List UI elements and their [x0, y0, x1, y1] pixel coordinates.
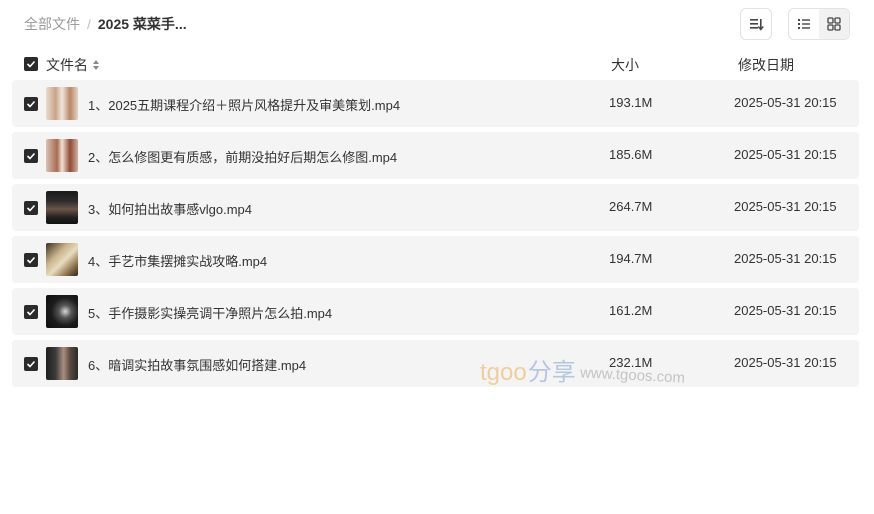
file-row[interactable]: 3、如何拍出故事感vlgo.mp4 264.7M 2025-05-31 20:1…: [12, 184, 859, 231]
video-thumbnail: [46, 87, 78, 120]
file-name[interactable]: 2、怎么修图更有质感，前期没拍好后期怎么修图.mp4: [88, 147, 397, 166]
sort-arrows-icon[interactable]: [92, 59, 100, 71]
file-name[interactable]: 4、手艺市集摆摊实战攻略.mp4: [88, 251, 267, 270]
row-checkbox[interactable]: [24, 97, 38, 111]
select-all-checkbox[interactable]: [24, 57, 38, 71]
check-icon: [26, 152, 36, 160]
name-header-label: 文件名: [46, 57, 88, 73]
file-name[interactable]: 3、如何拍出故事感vlgo.mp4: [88, 199, 252, 218]
row-checkbox[interactable]: [24, 357, 38, 371]
row-checkbox[interactable]: [24, 305, 38, 319]
file-row[interactable]: 5、手作摄影实操亮调干净照片怎么拍.mp4 161.2M 2025-05-31 …: [12, 288, 859, 335]
file-date: 2025-05-31 20:15: [734, 95, 837, 110]
grid-view-icon: [827, 17, 841, 31]
file-size: 232.1M: [609, 355, 653, 370]
video-thumbnail: [46, 243, 78, 276]
breadcrumb-separator: /: [87, 16, 91, 32]
table-header: 文件名 大小 修改日期: [0, 52, 874, 76]
breadcrumb-root-link[interactable]: 全部文件: [24, 14, 80, 34]
file-size: 193.1M: [609, 95, 653, 110]
file-date: 2025-05-31 20:15: [734, 303, 837, 318]
breadcrumb: 全部文件 / 2025 菜菜手...: [24, 14, 187, 34]
file-name[interactable]: 5、手作摄影实操亮调干净照片怎么拍.mp4: [88, 303, 332, 322]
file-size: 185.6M: [609, 147, 653, 162]
video-thumbnail: [46, 347, 78, 380]
grid-view-button[interactable]: [819, 9, 849, 39]
file-row[interactable]: 2、怎么修图更有质感，前期没拍好后期怎么修图.mp4 185.6M 2025-0…: [12, 132, 859, 179]
file-size: 194.7M: [609, 251, 653, 266]
video-thumbnail: [46, 295, 78, 328]
file-date: 2025-05-31 20:15: [734, 355, 837, 370]
view-toggle: [788, 8, 850, 40]
check-icon: [26, 60, 36, 68]
file-row[interactable]: 4、手艺市集摆摊实战攻略.mp4 194.7M 2025-05-31 20:15: [12, 236, 859, 283]
list-view-icon: [798, 19, 810, 29]
row-checkbox[interactable]: [24, 253, 38, 267]
size-column-header: 大小: [611, 57, 639, 73]
sort-button[interactable]: [740, 8, 772, 40]
check-icon: [26, 308, 36, 316]
file-size: 264.7M: [609, 199, 653, 214]
file-size: 161.2M: [609, 303, 653, 318]
check-icon: [26, 204, 36, 212]
video-thumbnail: [46, 191, 78, 224]
check-icon: [26, 100, 36, 108]
video-thumbnail: [46, 139, 78, 172]
sort-lines-icon: [750, 19, 764, 31]
breadcrumb-current: 2025 菜菜手...: [97, 16, 187, 32]
check-icon: [26, 360, 36, 368]
name-column-header[interactable]: 文件名: [46, 55, 100, 75]
row-checkbox[interactable]: [24, 201, 38, 215]
file-row[interactable]: 1、2025五期课程介绍＋照片风格提升及审美策划.mp4 193.1M 2025…: [12, 80, 859, 127]
date-column-header: 修改日期: [738, 57, 794, 73]
list-view-button[interactable]: [789, 9, 819, 39]
row-checkbox[interactable]: [24, 149, 38, 163]
file-date: 2025-05-31 20:15: [734, 251, 837, 266]
check-icon: [26, 256, 36, 264]
file-date: 2025-05-31 20:15: [734, 199, 837, 214]
file-name[interactable]: 1、2025五期课程介绍＋照片风格提升及审美策划.mp4: [88, 95, 400, 114]
file-name[interactable]: 6、暗调实拍故事氛围感如何搭建.mp4: [88, 355, 306, 374]
file-row[interactable]: 6、暗调实拍故事氛围感如何搭建.mp4 232.1M 2025-05-31 20…: [12, 340, 859, 387]
file-date: 2025-05-31 20:15: [734, 147, 837, 162]
